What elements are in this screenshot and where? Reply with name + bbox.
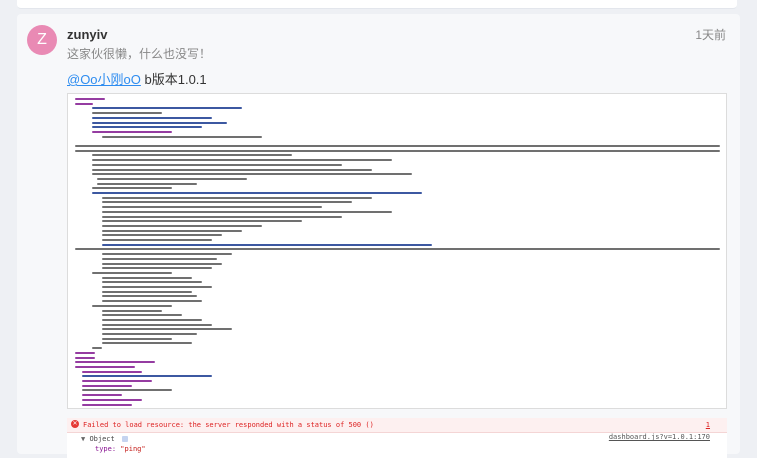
property-key: type:: [95, 445, 117, 453]
info-icon: [121, 436, 128, 442]
user-mention-link[interactable]: @Oo小刚oO: [67, 72, 141, 87]
code-line: [75, 365, 135, 368]
code-line: [82, 403, 132, 406]
error-x-icon: ✕: [71, 420, 79, 428]
code-line: [92, 159, 392, 162]
console-property-row: type: "ping": [95, 445, 146, 453]
code-line: [102, 342, 192, 345]
console-object-row: ▼ Object: [81, 435, 128, 443]
code-line: [102, 239, 212, 241]
console-error-text: Failed to load resource: the server resp…: [83, 421, 374, 429]
code-line: [82, 370, 142, 373]
code-screenshot-image[interactable]: [67, 93, 727, 409]
code-line: [102, 314, 182, 317]
code-line: [82, 398, 142, 401]
code-line: [102, 276, 192, 279]
code-line: [82, 375, 212, 378]
user-signature: 这家伙很懒，什么也没写！: [67, 47, 212, 61]
code-line: [102, 337, 172, 340]
code-line: [75, 145, 720, 147]
code-line: [75, 102, 93, 105]
code-line: [102, 135, 262, 138]
code-line: [102, 201, 352, 204]
property-value: "ping": [120, 445, 146, 453]
avatar[interactable]: Z: [27, 25, 57, 55]
code-line: [75, 149, 720, 152]
code-line: [102, 224, 262, 227]
code-line: [92, 192, 422, 194]
code-line: [92, 347, 102, 350]
code-line: [92, 304, 172, 307]
code-line: [92, 130, 172, 133]
code-line: [102, 300, 202, 303]
code-line: [102, 290, 192, 293]
code-line: [102, 333, 197, 335]
code-line: [102, 243, 432, 246]
code-line: [82, 380, 152, 382]
code-line: [102, 215, 342, 218]
console-error-row: ✕ Failed to load resource: the server re…: [67, 418, 727, 433]
username[interactable]: zunyiv: [67, 27, 107, 42]
code-line: [92, 112, 162, 115]
code-line: [102, 220, 302, 223]
expand-arrow-icon: ▼: [81, 435, 86, 443]
code-line: [102, 229, 242, 232]
code-line: [102, 210, 392, 213]
code-line: [102, 286, 212, 288]
code-line: [75, 248, 720, 251]
comment-body: @Oo小刚oO b版本1.0.1: [67, 69, 207, 88]
code-line: [92, 168, 372, 171]
code-line: [102, 295, 197, 298]
code-line: [82, 389, 172, 392]
code-line: [102, 253, 232, 256]
code-line: [97, 182, 197, 185]
code-line: [102, 267, 212, 270]
comment-text: b版本1.0.1: [140, 72, 207, 87]
code-line: [82, 394, 122, 397]
console-object-label: Object: [89, 435, 115, 443]
code-line: [102, 328, 232, 331]
code-line: [102, 196, 372, 199]
code-line: [102, 206, 322, 209]
code-line: [75, 98, 105, 100]
previous-comment-card: [17, 0, 737, 9]
code-line: [75, 361, 155, 364]
code-line: [102, 257, 217, 260]
code-line: [92, 271, 172, 274]
code-line: [82, 384, 132, 387]
code-line: [102, 281, 202, 284]
code-line: [102, 234, 222, 237]
code-line: [92, 121, 227, 124]
code-line: [75, 356, 95, 359]
code-line: [92, 187, 172, 190]
code-line: [97, 177, 247, 180]
code-line: [102, 309, 162, 312]
code-line: [92, 126, 202, 129]
code-line: [92, 116, 212, 119]
comment-timestamp: 1天前: [695, 28, 726, 42]
code-line: [102, 262, 222, 265]
code-line: [102, 323, 212, 326]
console-error-count: 1: [705, 421, 710, 429]
code-line: [92, 107, 242, 110]
code-line: [102, 318, 202, 321]
code-line: [92, 163, 342, 166]
code-line: [92, 154, 292, 157]
code-line: [92, 173, 412, 176]
code-line: [75, 351, 95, 354]
console-source-link: dashboard.js?v=1.0.1:170: [608, 433, 710, 441]
console-screenshot-image[interactable]: ✕ Failed to load resource: the server re…: [67, 418, 727, 458]
